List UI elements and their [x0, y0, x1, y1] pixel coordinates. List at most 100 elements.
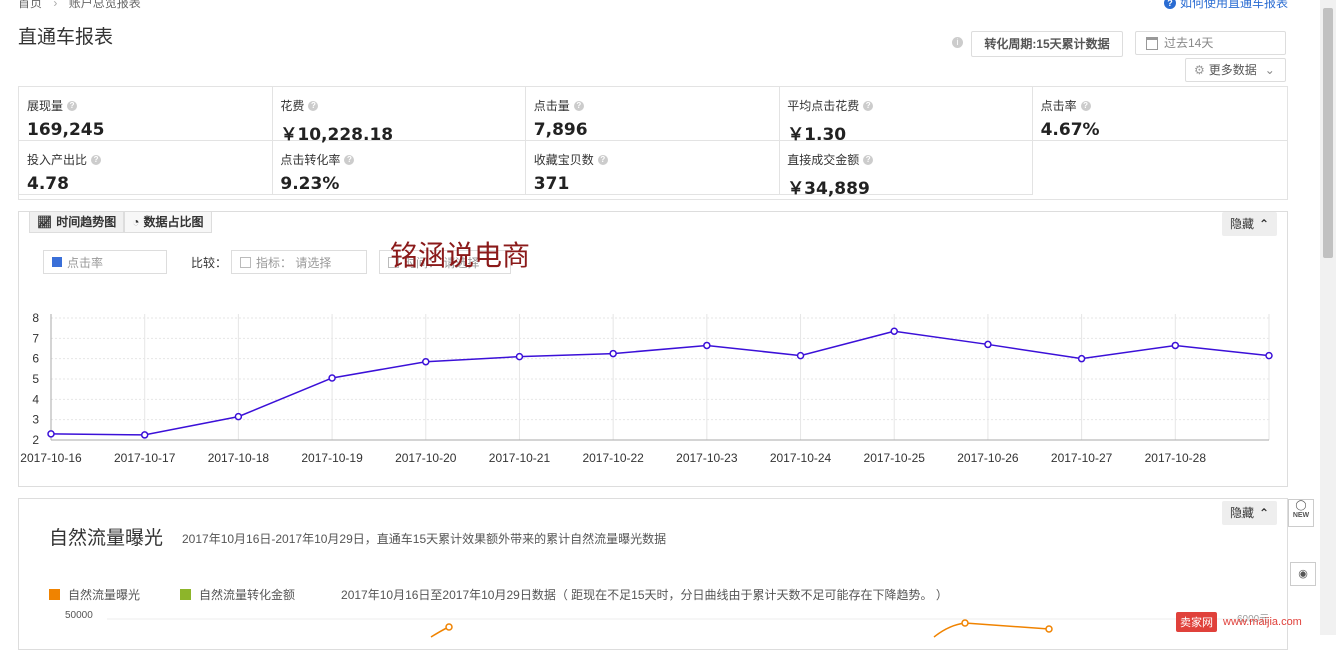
metric-cell[interactable]: 花费? ￥10,228.18: [272, 87, 527, 145]
metric-cell[interactable]: 直接成交金额? ￥34,889: [779, 141, 1034, 199]
data-point: [703, 341, 711, 350]
help-link[interactable]: ? 如何使用直通车报表: [1163, 0, 1288, 11]
metric-label: 直接成交金额?: [787, 151, 1032, 168]
legend-amount-label: 自然流量转化金额: [199, 588, 296, 602]
legend-swatch-exposure: [49, 589, 60, 600]
x-tick-label: 2017-10-19: [301, 451, 363, 465]
metric-label: 点击转化率?: [280, 151, 525, 168]
metric-label-text: 点击率: [1040, 99, 1077, 113]
y-tick-label: 8: [32, 311, 39, 325]
more-data-button[interactable]: ⚙ 更多数据 ⌄: [1185, 58, 1286, 82]
metric-value: 169,245: [27, 120, 105, 140]
metric-cell[interactable]: 收藏宝贝数? 371: [525, 141, 780, 195]
metric-cell[interactable]: 点击转化率? 9.23%: [272, 141, 527, 195]
x-tick-label: 2017-10-26: [957, 451, 1019, 465]
breadcrumb: 首页 › 账户总览报表: [18, 0, 141, 11]
line-chart-icon: 📈︎: [37, 215, 53, 229]
natural-note: 2017年10月16日至2017年10月29日数据（ 距现在不足15天时，分日曲…: [341, 588, 948, 602]
metric-value: 4.67%: [1040, 120, 1100, 140]
metric-cell[interactable]: 平均点击花费? ￥1.30: [779, 87, 1034, 145]
metric-label-text: 投入产出比: [27, 153, 88, 167]
feedback-button[interactable]: ◉: [1290, 562, 1316, 586]
data-point: [609, 349, 617, 358]
help-icon[interactable]: ?: [67, 100, 78, 111]
data-point: [890, 327, 898, 335]
natural-chart-partial: [107, 618, 1269, 638]
new-feature-button[interactable]: ◯ NEW: [1288, 499, 1314, 527]
watermark-text: 铭涵说电商: [390, 239, 531, 272]
chevron-down-icon: ⌄: [1264, 63, 1275, 77]
x-tick-label: 2017-10-28: [1145, 451, 1207, 465]
metric-value: 371: [533, 174, 570, 194]
help-icon[interactable]: ?: [344, 154, 355, 165]
breadcrumb-current: 账户总览报表: [68, 0, 141, 10]
data-point: [796, 351, 805, 360]
pie-chart-icon: ◔: [132, 215, 140, 229]
metric-cell[interactable]: 展现量? 169,245: [19, 87, 273, 141]
metric-value: ￥34,889: [787, 179, 870, 199]
metric-label: 点击率?: [1041, 97, 1287, 114]
natural-title: 自然流量曝光: [49, 528, 164, 549]
x-tick-label: 2017-10-20: [395, 451, 457, 465]
trend-chart-panel: 📈︎ 时间趋势图 ◔ 数据占比图 隐藏 ⌃ 点击率 比较： 指标： 请选择 时间…: [18, 211, 1288, 487]
data-point: [1265, 351, 1273, 360]
scrollbar-thumb[interactable]: [1323, 8, 1333, 258]
logo-url: www.maijia.com: [1223, 616, 1302, 628]
metric-label: 点击量?: [534, 97, 779, 114]
y-tick-label: 3: [32, 413, 39, 427]
help-icon[interactable]: ?: [1080, 100, 1091, 111]
info-icon[interactable]: i: [952, 37, 963, 48]
chevron-right-icon: ›: [53, 0, 58, 10]
x-tick-label: 2017-10-22: [582, 451, 644, 465]
legend-exposure-label: 自然流量曝光: [68, 588, 141, 602]
metric-value: 4.78: [27, 174, 69, 194]
trend-line-chart: 2 3 4 5 6 7 8 2017-10-16 2017-10-17 2017-10-18 201…: [20, 311, 1273, 465]
tab-share[interactable]: ◔ 数据占比图: [124, 212, 212, 233]
breadcrumb-home[interactable]: 首页: [18, 0, 42, 10]
hide-natural-label: 隐藏: [1230, 506, 1255, 520]
metric-cell[interactable]: 点击率? 4.67%: [1032, 87, 1287, 141]
data-point: [984, 340, 992, 349]
date-range-picker[interactable]: 过去14天: [1135, 31, 1286, 55]
help-icon[interactable]: ?: [308, 100, 319, 111]
help-icon[interactable]: ?: [597, 154, 608, 165]
data-point: [1171, 341, 1180, 350]
conversion-period-select[interactable]: 转化周期:15天累计数据: [971, 31, 1123, 57]
metric-cell[interactable]: 投入产出比? 4.78: [19, 141, 273, 195]
y-tick-label: 7: [32, 331, 39, 345]
data-point: [422, 357, 430, 366]
x-tick-label: 2017-10-21: [489, 451, 551, 465]
lightbulb-icon: ◯: [1295, 500, 1307, 511]
metric-label-text: 平均点击花费: [787, 99, 860, 113]
x-tick-label: 2017-10-18: [208, 451, 270, 465]
metric-label: 平均点击花费?: [787, 97, 1032, 114]
site-logo: 卖家网 www.maijia.com: [1176, 612, 1302, 632]
metric-cell[interactable]: 点击量? 7,896: [525, 87, 780, 141]
metric-label-text: 点击量: [533, 99, 570, 113]
tab-trend[interactable]: 📈︎ 时间趋势图: [29, 212, 125, 233]
page-title: 直通车报表: [18, 27, 114, 48]
data-point: [328, 374, 336, 382]
y-tick-label: 4: [32, 392, 39, 406]
natural-subtitle: 2017年10月16日-2017年10月29日，直通车15天累计效果额外带来的累…: [182, 532, 667, 546]
new-badge: NEW: [1292, 512, 1310, 519]
help-icon[interactable]: ?: [863, 100, 874, 111]
chevron-up-icon: ⌃: [1259, 506, 1270, 520]
help-icon[interactable]: ?: [91, 154, 102, 165]
tab-share-label: 数据占比图: [143, 215, 204, 229]
metric-label-text: 展现量: [27, 99, 64, 113]
date-range-value: 过去14天: [1164, 36, 1214, 50]
y-tick-label: 6: [32, 352, 39, 366]
x-tick-label: 2017-10-27: [1051, 451, 1113, 465]
metric-label-text: 直接成交金额: [787, 153, 860, 167]
help-icon[interactable]: ?: [863, 154, 874, 165]
x-tick-label: 2017-10-17: [114, 451, 176, 465]
chart-tabs: 📈︎ 时间趋势图 ◔ 数据占比图: [29, 212, 212, 233]
help-icon[interactable]: ?: [573, 100, 584, 111]
x-tick-label: 2017-10-25: [864, 451, 926, 465]
metric-label: 收藏宝贝数?: [534, 151, 779, 168]
more-data-label: 更多数据: [1208, 63, 1257, 77]
x-tick-label: 2017-10-24: [770, 451, 832, 465]
help-link-text[interactable]: 如何使用直通车报表: [1180, 0, 1288, 11]
hide-natural-button[interactable]: 隐藏 ⌃: [1222, 501, 1278, 525]
